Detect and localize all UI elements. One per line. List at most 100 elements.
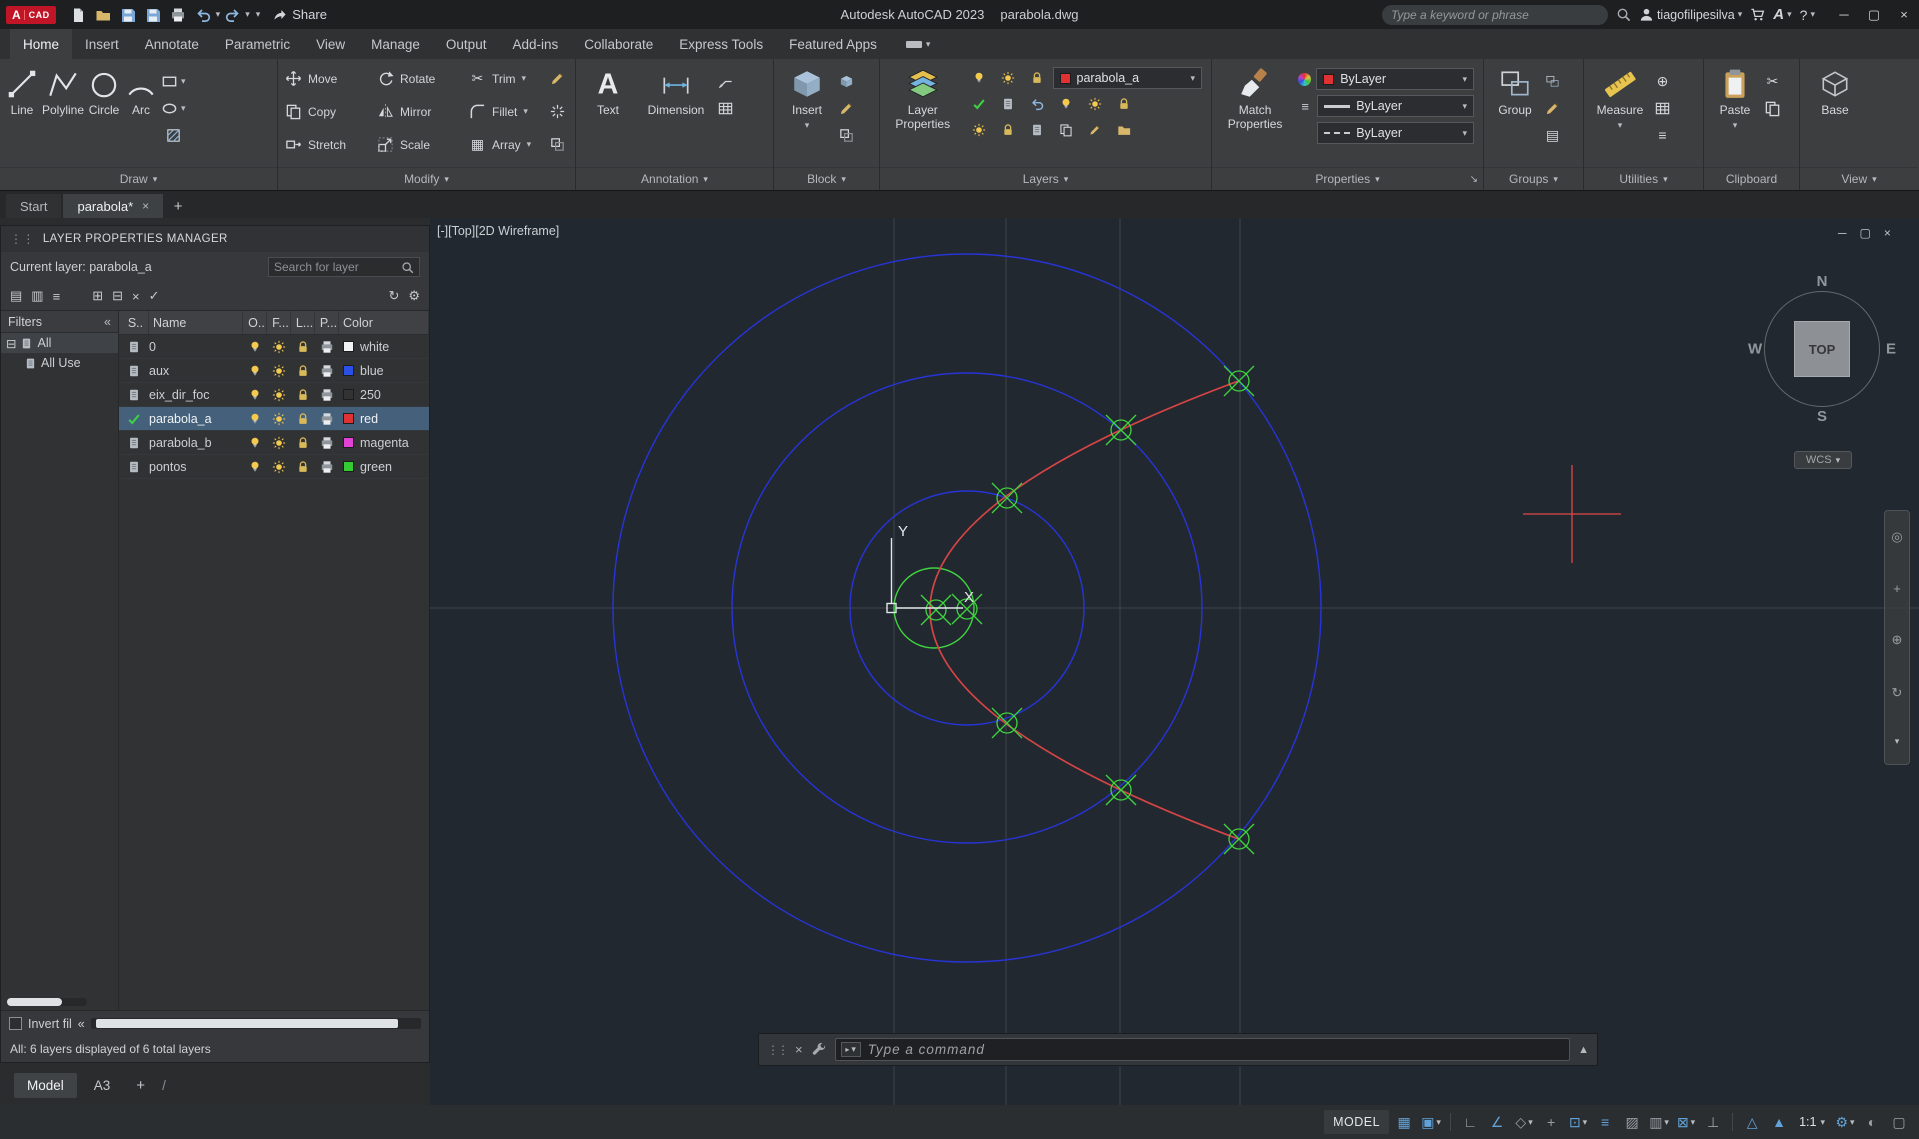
refresh-icon[interactable]: ↻	[388, 288, 399, 304]
cut-button[interactable]: ✂	[1764, 70, 1781, 92]
navbar-menu-icon[interactable]: ▾	[1895, 736, 1900, 746]
app-store-cart-icon[interactable]	[1750, 7, 1765, 22]
viewport-restore-icon[interactable]: ▢	[1860, 226, 1871, 240]
layer-lock-icon[interactable]	[291, 340, 315, 354]
column-lock[interactable]: L...	[291, 311, 315, 334]
grid-display-icon[interactable]: ▦	[1392, 1110, 1416, 1134]
table-tool-button[interactable]	[717, 97, 734, 119]
layer-lock-icon[interactable]	[291, 436, 315, 450]
tab-home[interactable]: Home	[10, 29, 73, 59]
customize-wrench-icon[interactable]	[811, 1042, 827, 1058]
layers-panel-label[interactable]: Layers ▾	[880, 167, 1211, 190]
layer-color-cell[interactable]: red	[339, 412, 429, 426]
lineweight-display-icon[interactable]: ≡	[1593, 1110, 1617, 1134]
layer-previous-button[interactable]	[1024, 93, 1050, 115]
rotate-tool-button[interactable]: Rotate	[374, 62, 466, 95]
layer-select-dropdown[interactable]: parabola_a ▾	[1052, 67, 1202, 89]
offset-tool-button[interactable]	[546, 128, 572, 161]
stretch-tool-button[interactable]: Stretch	[282, 128, 374, 161]
selection-cycling-icon[interactable]: ▥ ▾	[1647, 1110, 1671, 1134]
model-space-viewport[interactable]: Y X	[430, 218, 1919, 1139]
layer-color-cell[interactable]: 250	[339, 388, 429, 402]
save-as-button[interactable]	[141, 3, 166, 26]
view-panel-label[interactable]: View ▾	[1800, 167, 1918, 190]
layer-freeze-icon[interactable]	[267, 388, 291, 402]
layer-color-cell[interactable]: white	[339, 340, 429, 354]
ribbon-display-toggle[interactable]: ▾	[905, 29, 930, 59]
redo-caret-icon[interactable]: ▾	[245, 10, 250, 19]
mirror-tool-button[interactable]: Mirror	[374, 95, 466, 128]
wcs-dropdown[interactable]: WCS ▾	[1794, 451, 1852, 469]
linetype-dropdown[interactable]: ByLayer ▾	[1317, 122, 1474, 144]
layer-plot-icon[interactable]	[315, 436, 339, 450]
autoscale-icon[interactable]: ▲	[1767, 1110, 1791, 1134]
layer-freeze-all-button[interactable]	[966, 119, 992, 141]
tab-annotate[interactable]: Annotate	[132, 29, 212, 59]
command-input-field[interactable]: ▸ ▾	[834, 1038, 1571, 1061]
3d-object-snap-icon[interactable]: ⊠ ▾	[1674, 1110, 1698, 1134]
new-group-filter-icon[interactable]: ▥	[31, 288, 43, 304]
fillet-tool-button[interactable]: Fillet ▾	[466, 95, 546, 128]
layer-make-current-button[interactable]	[966, 93, 992, 115]
layer-color-cell[interactable]: blue	[339, 364, 429, 378]
annotation-panel-label[interactable]: Annotation ▾	[576, 167, 773, 190]
arc-tool-button[interactable]: Arc	[124, 62, 158, 164]
object-snap-icon[interactable]: ⊡ ▾	[1566, 1110, 1590, 1134]
layer-color-cell[interactable]: magenta	[339, 436, 429, 450]
layer-row-0[interactable]: 0 white	[119, 335, 429, 359]
layer-match-button[interactable]	[995, 93, 1021, 115]
filters-scrollbar[interactable]	[7, 998, 87, 1006]
layer-delete-button[interactable]	[1082, 119, 1108, 141]
plot-button[interactable]	[166, 3, 191, 26]
isodraft-icon[interactable]: ◇ ▾	[1512, 1110, 1536, 1134]
layer-freeze-icon[interactable]	[267, 460, 291, 474]
block-editor-button[interactable]	[838, 124, 855, 146]
edit-attributes-button[interactable]	[838, 97, 855, 119]
expander-icon[interactable]: ⊟	[6, 336, 16, 351]
new-property-filter-icon[interactable]: ▤	[10, 288, 22, 304]
window-maximize-button[interactable]: ▢	[1859, 0, 1889, 29]
viewport-close-icon[interactable]: ×	[1884, 226, 1891, 240]
layer-lock-icon[interactable]	[291, 460, 315, 474]
palette-settings-gear-icon[interactable]: ⚙	[408, 288, 420, 304]
layer-lock-button[interactable]	[995, 119, 1021, 141]
layer-on-icon[interactable]	[243, 364, 267, 378]
tab-output[interactable]: Output	[433, 29, 500, 59]
layout-a3-tab[interactable]: A3	[81, 1073, 124, 1098]
ortho-mode-icon[interactable]: ∟	[1458, 1110, 1482, 1134]
new-file-button[interactable]	[66, 3, 91, 26]
column-freeze[interactable]: F...	[267, 311, 291, 334]
dimension-tool-button[interactable]: Dimension	[638, 62, 714, 164]
erase-tool-button[interactable]	[546, 62, 572, 95]
id-point-button[interactable]: ⊕	[1654, 70, 1671, 92]
match-properties-button[interactable]: Match Properties	[1217, 62, 1293, 164]
new-layout-button[interactable]: +	[127, 1073, 154, 1098]
properties-panel-label[interactable]: Properties ▾ ↘	[1212, 167, 1483, 190]
model-tab[interactable]: Model	[14, 1072, 77, 1098]
recent-commands-icon[interactable]: ▸ ▾	[840, 1042, 861, 1057]
layer-plot-icon[interactable]	[315, 412, 339, 426]
tab-close-icon[interactable]: ×	[142, 199, 149, 213]
layer-row-aux[interactable]: aux blue	[119, 359, 429, 383]
layer-row-parabola-b[interactable]: parabola_b magenta	[119, 431, 429, 455]
redo-button[interactable]	[220, 3, 245, 26]
viewcube-south[interactable]: S	[1817, 408, 1827, 425]
search-button[interactable]	[1616, 7, 1631, 22]
start-tab[interactable]: Start	[6, 194, 62, 218]
window-close-button[interactable]: ×	[1889, 0, 1919, 29]
layer-thaw-button[interactable]	[1082, 93, 1108, 115]
layer-on-icon[interactable]	[243, 340, 267, 354]
viewcube-top-face[interactable]: TOP	[1794, 321, 1850, 377]
tab-add-ins[interactable]: Add-ins	[499, 29, 571, 59]
layer-on-icon[interactable]	[243, 412, 267, 426]
layer-freeze-icon[interactable]	[267, 340, 291, 354]
viewport-visual-style-control[interactable]: [2D Wireframe]	[475, 224, 559, 238]
layer-walk-button[interactable]	[1024, 119, 1050, 141]
drawing-tab-parabola[interactable]: parabola* ×	[63, 194, 164, 218]
column-name[interactable]: Name	[149, 311, 243, 334]
layer-lock-icon[interactable]	[291, 388, 315, 402]
ellipse-tool-button[interactable]: ▾	[161, 97, 186, 119]
quick-select-button[interactable]: ≡	[1654, 124, 1671, 146]
filter-all-used[interactable]: All Use	[1, 353, 118, 373]
annotation-visibility-icon[interactable]: △	[1740, 1110, 1764, 1134]
